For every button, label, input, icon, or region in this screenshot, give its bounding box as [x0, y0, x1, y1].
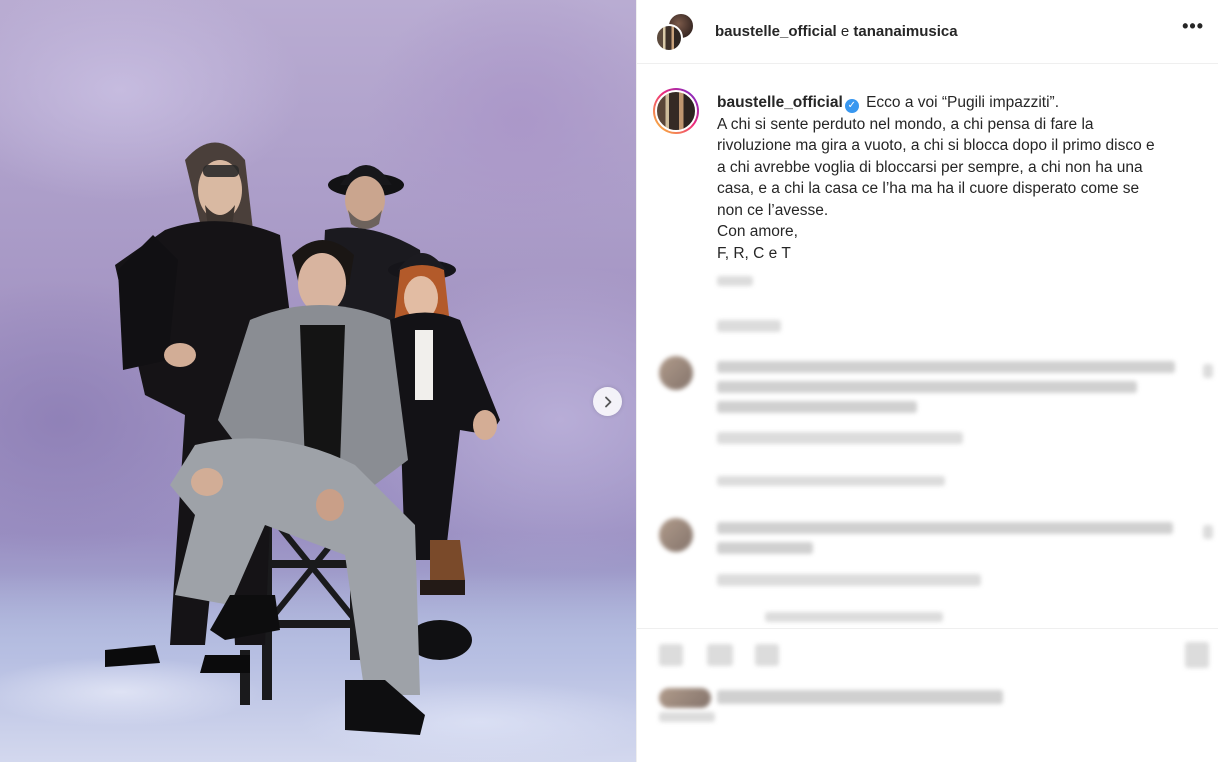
like-icon[interactable] [659, 644, 683, 666]
comment-text-blurred [717, 381, 1137, 393]
post-header: baustelle_official e tananaimusica ••• [637, 0, 1218, 64]
post-sidebar: baustelle_official e tananaimusica ••• b… [636, 0, 1218, 762]
view-replies-blurred[interactable] [717, 476, 945, 486]
comment-meta-blurred [717, 574, 981, 586]
liked-by-avatars-blurred[interactable] [659, 688, 711, 708]
comment-meta-blurred [717, 432, 963, 444]
save-icon[interactable] [1185, 642, 1209, 668]
comment-icon[interactable] [707, 644, 733, 666]
post-media[interactable] [0, 0, 636, 762]
caption-line: non ce l’avesse. [717, 201, 829, 219]
caption-text: baustelle_official ✓ Ecco a voi “Pugili i… [717, 88, 1155, 264]
caption-line: F, R, C e T [717, 244, 791, 262]
caption-line: casa, e a chi la casa ce l’ha ma ha il c… [717, 180, 1140, 197]
comment-avatar-blurred[interactable] [659, 356, 693, 390]
more-horizontal-icon: ••• [1182, 16, 1204, 36]
liked-by-text-blurred[interactable] [717, 690, 1003, 704]
comment-like-icon[interactable] [1203, 525, 1213, 539]
caption-username[interactable]: baustelle_official [717, 94, 843, 111]
verified-badge-icon: ✓ [844, 98, 859, 113]
divider [637, 628, 1218, 629]
coauthor-link[interactable]: tananaimusica [853, 23, 957, 40]
author-conjunction: e [840, 23, 850, 40]
caption-avatar[interactable] [653, 88, 699, 134]
comment-like-icon[interactable] [1203, 364, 1213, 378]
post-date-blurred [659, 712, 715, 722]
caption-line: Con amore, [717, 223, 798, 240]
post-authors: baustelle_official e tananaimusica [715, 23, 958, 40]
comment-avatar-blurred[interactable] [659, 518, 693, 552]
share-icon[interactable] [755, 644, 779, 666]
carousel-next-button[interactable] [593, 387, 622, 416]
avatar [655, 23, 683, 52]
caption-line: a chi avrebbe voglia di bloccarsi per se… [717, 158, 1143, 176]
view-replies-blurred[interactable] [765, 612, 943, 622]
comment-text-blurred [717, 522, 1173, 534]
avatar [655, 90, 697, 132]
caption-line: Ecco a voi “Pugili impazziti”. [866, 94, 1060, 111]
comment-text-blurred [717, 361, 1175, 373]
comment-text-blurred [717, 401, 917, 413]
caption-line: A chi si sente perduto nel mondo, a chi … [717, 115, 1094, 133]
caption-line: rivoluzione ma gira a vuoto, a chi si bl… [717, 137, 1155, 154]
comment-text-blurred [717, 542, 813, 554]
collab-avatar[interactable] [653, 10, 697, 54]
chevron-right-icon [604, 396, 611, 407]
caption-meta-blurred [717, 320, 781, 332]
band-photo [105, 142, 500, 735]
more-options-button[interactable]: ••• [1182, 16, 1204, 37]
caption-timestamp-blurred [717, 276, 753, 286]
post-caption: baustelle_official ✓ Ecco a voi “Pugili i… [653, 88, 1205, 264]
author-link[interactable]: baustelle_official [715, 23, 837, 40]
